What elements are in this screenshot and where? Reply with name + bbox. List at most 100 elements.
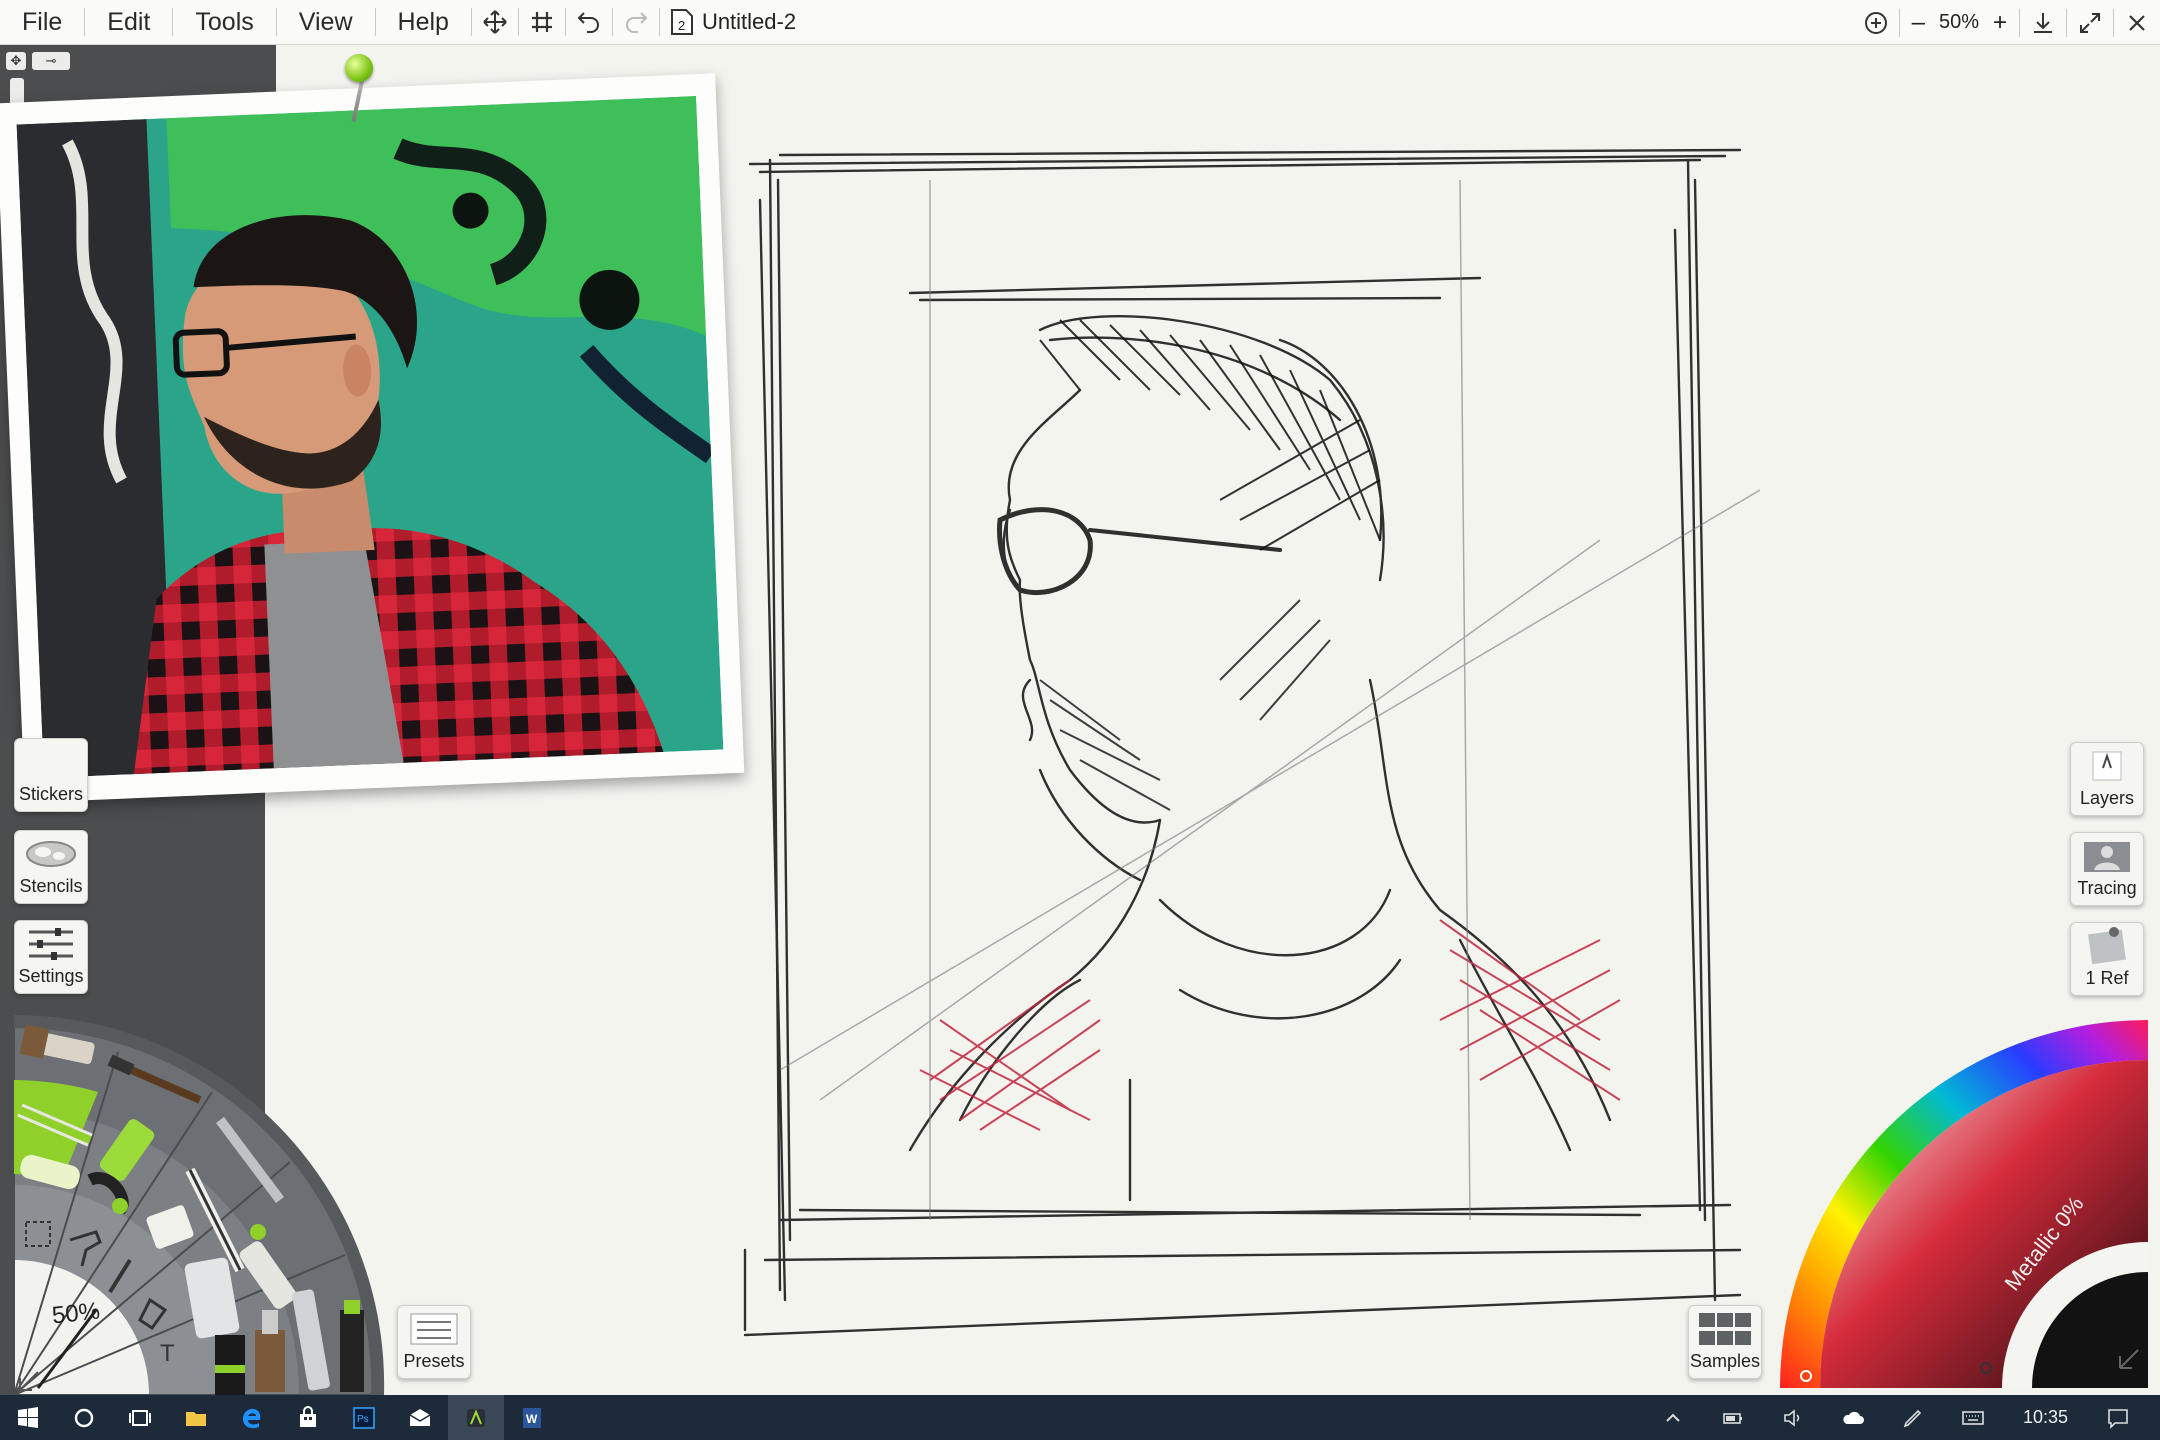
stickers-button[interactable]: Stickers (14, 738, 88, 812)
system-tray: 10:35 (1645, 1395, 2160, 1440)
move-tool-button[interactable] (472, 0, 518, 45)
pencil-sketch (743, 148, 1761, 1337)
menu-file[interactable]: File (0, 0, 84, 45)
document-icon: 2 (670, 9, 693, 35)
layers-icon (2071, 743, 2143, 788)
menu-edit[interactable]: Edit (85, 0, 172, 45)
reference-image[interactable] (0, 73, 745, 803)
word-icon: W (523, 1407, 541, 1428)
keyboard-icon (1962, 1410, 1984, 1425)
zoom-in-button[interactable]: + (1993, 9, 2007, 37)
menu-bar-right: – 50% + (1853, 0, 2160, 45)
pen-workspace-button[interactable] (1885, 1395, 1941, 1440)
artrage-icon (467, 1408, 485, 1427)
mail-button[interactable] (392, 1395, 448, 1440)
reference-photo-content (16, 96, 724, 778)
folder-icon (186, 1411, 206, 1426)
word-button[interactable]: W (504, 1395, 560, 1440)
tool-zoom-label: 50% (50, 1297, 102, 1330)
notification-icon (2108, 1408, 2128, 1429)
menu-help[interactable]: Help (376, 0, 471, 45)
menu-bar: File Edit Tools View Help 2 Untitled-2 –… (0, 0, 2160, 45)
grid-icon (531, 12, 552, 32)
references-label: 1 Ref (2085, 968, 2129, 988)
stencils-label: Stencils (19, 876, 83, 896)
task-view-button[interactable] (112, 1395, 168, 1440)
tracing-icon (2071, 833, 2143, 878)
svg-text:2: 2 (678, 18, 685, 33)
touch-keyboard-button[interactable] (1945, 1395, 2001, 1440)
reference-move-icon[interactable]: ✥ (6, 52, 26, 70)
svg-text:Ps: Ps (357, 1414, 369, 1425)
settings-label: Settings (18, 966, 84, 986)
show-hidden-icons-button[interactable] (1645, 1395, 1701, 1440)
grid-button[interactable] (519, 0, 565, 45)
samples-button[interactable]: Samples (1688, 1305, 1762, 1379)
battery-button[interactable] (1705, 1395, 1761, 1440)
volume-icon (1784, 1408, 1800, 1427)
volume-button[interactable] (1765, 1395, 1821, 1440)
mail-icon (409, 1408, 431, 1426)
export-button[interactable] (2020, 0, 2066, 45)
fill-icon (340, 1300, 364, 1392)
undo-icon (577, 12, 599, 33)
photoshop-button[interactable]: Ps (336, 1395, 392, 1440)
cloud-icon (1843, 1411, 1864, 1424)
tracing-button[interactable]: Tracing (2070, 832, 2144, 906)
zoom-level: 50% (1938, 11, 1979, 33)
sticker-icon (15, 739, 87, 784)
stickers-label: Stickers (18, 784, 83, 804)
close-button[interactable] (2114, 0, 2160, 45)
redo-icon (625, 12, 648, 33)
reference-controls: ✥ ⊸ (6, 52, 70, 70)
edge-button[interactable] (224, 1395, 280, 1440)
references-button[interactable]: 1 Ref (2070, 922, 2144, 996)
battery-icon (1723, 1412, 1742, 1424)
download-icon (2034, 12, 2052, 33)
file-explorer-button[interactable] (168, 1395, 224, 1440)
sliders-icon (15, 921, 87, 966)
oil-pastel-icon (215, 1335, 245, 1395)
document-title[interactable]: 2 Untitled-2 (660, 8, 796, 36)
canvas-size-icon (1864, 11, 1887, 34)
menu-tools[interactable]: Tools (173, 0, 275, 45)
move-icon (483, 10, 507, 34)
text-tool-label[interactable]: T (160, 1340, 175, 1368)
fullscreen-button[interactable] (2067, 0, 2113, 45)
system-clock[interactable]: 10:35 (2005, 1407, 2086, 1428)
artrage-button[interactable] (448, 1395, 504, 1440)
task-view-icon (129, 1409, 151, 1426)
settings-button[interactable]: Settings (14, 920, 88, 994)
cortana-icon (74, 1408, 94, 1427)
undo-button[interactable] (566, 0, 612, 45)
samples-icon (1689, 1306, 1761, 1351)
stencil-icon (15, 831, 87, 876)
action-center-button[interactable] (2090, 1395, 2146, 1440)
tool-wheel[interactable] (0, 1010, 400, 1400)
layers-label: Layers (2079, 788, 2135, 808)
pin-icon[interactable] (345, 54, 373, 82)
chevron-up-icon (1666, 1413, 1680, 1422)
store-icon (300, 1405, 316, 1427)
start-button[interactable] (0, 1395, 56, 1440)
stencils-button[interactable]: Stencils (14, 830, 88, 904)
photoshop-icon: Ps (353, 1406, 375, 1429)
reference-opacity-slider[interactable]: ⊸ (32, 52, 70, 70)
canvas-size-button[interactable] (1853, 0, 1899, 45)
edge-icon (243, 1408, 261, 1428)
layers-button[interactable]: Layers (2070, 742, 2144, 816)
pen-icon (1903, 1409, 1922, 1427)
expand-icon (2080, 12, 2100, 33)
close-icon (2129, 14, 2145, 31)
presets-label: Presets (403, 1351, 465, 1371)
redo-button[interactable] (613, 0, 659, 45)
menu-view[interactable]: View (277, 0, 375, 45)
document-title-text: Untitled-2 (701, 9, 797, 34)
samples-label: Samples (1689, 1351, 1761, 1371)
search-button[interactable] (56, 1395, 112, 1440)
color-picker[interactable] (1770, 1010, 2160, 1395)
presets-button[interactable]: Presets (397, 1305, 471, 1379)
store-button[interactable] (280, 1395, 336, 1440)
zoom-out-button[interactable]: – (1912, 9, 1925, 37)
onedrive-button[interactable] (1825, 1395, 1881, 1440)
